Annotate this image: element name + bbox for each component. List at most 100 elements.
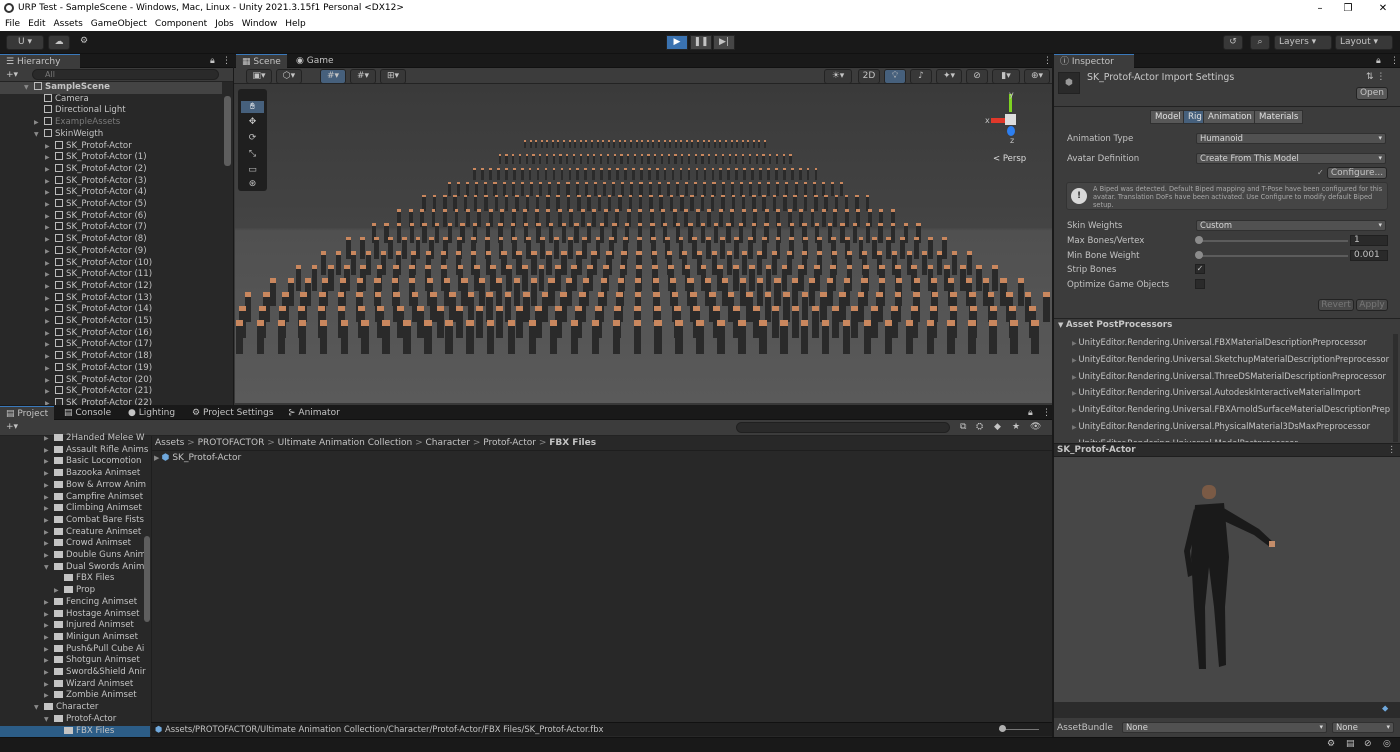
postprocessor-item[interactable]: ▶ UnityEditor.Rendering.Universal.Sketch…: [1072, 354, 1389, 364]
hierarchy-item[interactable]: ▶ SK_Protof-Actor (16): [0, 327, 222, 340]
postprocessors-header[interactable]: ▼ Asset PostProcessors: [1058, 320, 1172, 330]
layout-dropdown[interactable]: Layout ▾: [1335, 35, 1393, 50]
expand-arrow-icon[interactable]: ▼: [44, 714, 49, 726]
optimize-checkbox[interactable]: [1195, 279, 1205, 289]
hierarchy-item[interactable]: ▼ SkinWeigth: [0, 128, 222, 141]
tag-icon[interactable]: ⬥: [1382, 704, 1388, 714]
folder-tree-item[interactable]: ▼ Protof-Actor: [0, 714, 150, 726]
expand-arrow-icon[interactable]: ▶: [44, 503, 49, 515]
toggle-2d-button[interactable]: 2D: [858, 69, 880, 84]
tab-model[interactable]: Model: [1150, 110, 1186, 124]
folder-tree-item[interactable]: ▼ Character: [0, 702, 150, 714]
history-icon[interactable]: ↺: [1223, 35, 1243, 50]
tab-console[interactable]: ▤ Console: [58, 406, 117, 420]
expand-arrow-icon[interactable]: ▶: [45, 316, 50, 328]
cloud-icon[interactable]: ☁: [48, 35, 70, 50]
tab-animation[interactable]: Animation: [1203, 110, 1257, 124]
hierarchy-item[interactable]: ▶ SK_Protof-Actor (9): [0, 245, 222, 258]
folder-tree-item[interactable]: ▶ Climbing Animset: [0, 503, 150, 515]
hierarchy-scrollbar[interactable]: [224, 96, 231, 166]
hierarchy-search-input[interactable]: All: [32, 69, 219, 80]
menu-gameobject[interactable]: GameObject: [87, 17, 151, 31]
menu-window[interactable]: Window: [238, 17, 282, 31]
max-bones-thumb[interactable]: [1195, 236, 1203, 244]
type-filter-icon[interactable]: ⛭: [970, 420, 989, 434]
postprocessor-item[interactable]: ▶ UnityEditor.Rendering.Universal.FBXMat…: [1072, 337, 1367, 347]
expand-arrow-icon[interactable]: ▼: [44, 562, 49, 574]
move-tool-icon[interactable]: ✥: [241, 117, 264, 129]
project-more-icon[interactable]: ⋮: [1036, 406, 1052, 420]
max-bones-slider[interactable]: [1198, 240, 1348, 242]
camera-icon[interactable]: ▮▾: [992, 69, 1020, 84]
open-button[interactable]: Open: [1356, 87, 1388, 100]
account-dropdown[interactable]: U ▾: [6, 35, 44, 50]
visibility-icon[interactable]: ⊘: [966, 69, 988, 84]
progress-icon[interactable]: ▤: [1346, 739, 1355, 749]
folder-tree-item[interactable]: ▶ Bazooka Animset: [0, 468, 150, 480]
maximize-button[interactable]: ❐: [1333, 0, 1363, 17]
skin-weights-dropdown[interactable]: Custom: [1196, 220, 1386, 231]
perspective-label[interactable]: < Persp: [993, 154, 1026, 164]
tab-game[interactable]: ◉ Game: [290, 54, 340, 68]
expand-arrow-icon[interactable]: ▶: [45, 328, 50, 340]
tab-scene[interactable]: ▦ Scene: [236, 54, 287, 68]
expand-arrow-icon[interactable]: ▶: [45, 246, 50, 258]
expand-arrow-icon[interactable]: ▶: [45, 304, 50, 316]
expand-arrow-icon[interactable]: ▶: [45, 211, 50, 223]
assetbundle-dropdown[interactable]: None: [1122, 722, 1327, 733]
expand-arrow-icon[interactable]: ▶: [45, 269, 50, 281]
gizmos-icon[interactable]: ⊕▾: [1024, 69, 1050, 84]
hierarchy-item[interactable]: ▶ SK_Protof-Actor: [0, 140, 222, 153]
hierarchy-item[interactable]: ▶ SK_Protof-Actor (21): [0, 386, 222, 398]
light-toggle-icon[interactable]: 💡︎: [884, 69, 906, 84]
hierarchy-item[interactable]: ▶ SK_Protof-Actor (22): [0, 397, 222, 405]
expand-arrow-icon[interactable]: ▶: [45, 187, 50, 199]
notifications-icon[interactable]: ◎: [1383, 739, 1391, 749]
folder-tree-item[interactable]: ▶ Crowd Animset: [0, 538, 150, 550]
folder-tree-item[interactable]: ▶ Push&Pull Cube Ai: [0, 644, 150, 656]
expand-arrow-icon[interactable]: ▶: [45, 152, 50, 164]
add-icon[interactable]: +▾: [0, 68, 24, 82]
collab-icon[interactable]: ⚙: [74, 35, 94, 50]
menu-file[interactable]: File: [0, 17, 24, 31]
apply-button[interactable]: Apply: [1356, 299, 1388, 311]
expand-arrow-icon[interactable]: ▶: [45, 281, 50, 293]
hierarchy-item[interactable]: ▶ SK_Protof-Actor (19): [0, 362, 222, 375]
expand-arrow-icon[interactable]: ▶: [44, 515, 49, 527]
breadcrumb-item[interactable]: Ultimate Animation Collection: [278, 438, 413, 448]
hierarchy-item[interactable]: ▶ SK_Protof-Actor (20): [0, 374, 222, 387]
pause-button[interactable]: ❚❚: [690, 35, 712, 50]
scale-tool-icon[interactable]: ⤡: [241, 149, 264, 161]
min-weight-slider[interactable]: [1198, 255, 1348, 257]
hierarchy-item[interactable]: ▶ SK_Protof-Actor (5): [0, 199, 222, 211]
minimize-button[interactable]: –: [1305, 0, 1335, 17]
draw-mode-icon[interactable]: ▣▾: [246, 69, 272, 84]
folder-tree-item[interactable]: ▶ Wizard Animset: [0, 679, 150, 691]
asset-item[interactable]: ▶ ⬢ SK_Protof-Actor: [154, 452, 241, 464]
expand-arrow-icon[interactable]: ▶: [44, 632, 49, 644]
shading-icon[interactable]: ⬡▾: [276, 69, 302, 84]
label-filter-icon[interactable]: ◆: [988, 420, 1007, 434]
strip-bones-checkbox[interactable]: ✓: [1195, 264, 1205, 274]
hierarchy-item[interactable]: ▶ SK_Protof-Actor (18): [0, 351, 222, 363]
expand-arrow-icon[interactable]: ▶: [45, 141, 50, 153]
breadcrumb-item[interactable]: Protof-Actor: [483, 438, 536, 448]
postprocessor-item[interactable]: ▶ UnityEditor.Rendering.Universal.ThreeD…: [1072, 371, 1386, 381]
expand-arrow-icon[interactable]: ▶: [44, 679, 49, 691]
effects-icon[interactable]: ✦▾: [936, 69, 962, 84]
project-add-icon[interactable]: +▾: [0, 420, 24, 434]
folder-tree-item[interactable]: ▶ Zombie Animset: [0, 690, 150, 702]
folder-tree-item[interactable]: ▶ Prop: [0, 585, 150, 597]
expand-arrow-icon[interactable]: ▶: [44, 492, 49, 504]
hierarchy-item[interactable]: ▶ SK_Protof-Actor (4): [0, 187, 222, 199]
folder-tree-item[interactable]: ▶ Bow & Arrow Anim: [0, 480, 150, 492]
hierarchy-item[interactable]: ▶ SK_Protof-Actor (10): [0, 257, 222, 270]
close-button[interactable]: ✕: [1368, 0, 1398, 17]
folder-tree-item[interactable]: ▶ Fencing Animset: [0, 597, 150, 609]
expand-arrow-icon[interactable]: ▶: [45, 398, 50, 405]
expand-arrow-icon[interactable]: ▶: [44, 644, 49, 656]
folder-tree-item[interactable]: ▶ 2Handed Melee W: [0, 433, 150, 445]
expand-arrow-icon[interactable]: ▶: [44, 433, 49, 445]
folder-tree-item[interactable]: ▶ Basic Locomotion: [0, 456, 150, 468]
folder-tree-item[interactable]: ▶ Creature Animset: [0, 527, 150, 539]
